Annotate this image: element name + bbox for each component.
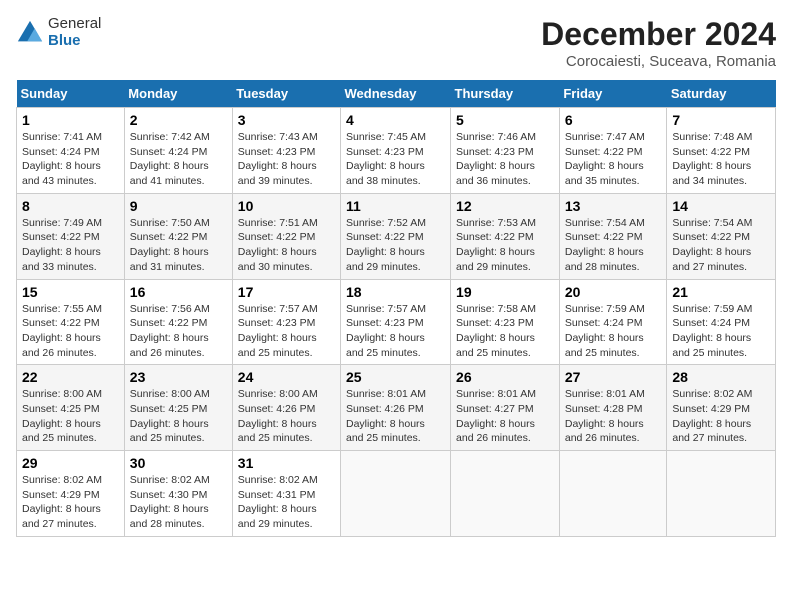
day-4: 4 Sunrise: 7:45 AMSunset: 4:23 PMDayligh…: [341, 108, 451, 194]
day-21: 21 Sunrise: 7:59 AMSunset: 4:24 PMDaylig…: [667, 279, 776, 365]
empty-cell-4: [667, 451, 776, 537]
empty-cell-1: [341, 451, 451, 537]
subtitle: Corocaiesti, Suceava, Romania: [541, 53, 776, 70]
day-9: 9 Sunrise: 7:50 AMSunset: 4:22 PMDayligh…: [124, 193, 232, 279]
header-thursday: Thursday: [451, 80, 560, 108]
day-29: 29 Sunrise: 8:02 AMSunset: 4:29 PMDaylig…: [17, 451, 125, 537]
empty-cell-3: [559, 451, 667, 537]
day-22: 22 Sunrise: 8:00 AMSunset: 4:25 PMDaylig…: [17, 365, 125, 451]
day-2: 2 Sunrise: 7:42 AMSunset: 4:24 PMDayligh…: [124, 108, 232, 194]
day-7: 7 Sunrise: 7:48 AMSunset: 4:22 PMDayligh…: [667, 108, 776, 194]
day-16: 16 Sunrise: 7:56 AMSunset: 4:22 PMDaylig…: [124, 279, 232, 365]
day-27: 27 Sunrise: 8:01 AMSunset: 4:28 PMDaylig…: [559, 365, 667, 451]
header-friday: Friday: [559, 80, 667, 108]
header-sunday: Sunday: [17, 80, 125, 108]
day-30: 30 Sunrise: 8:02 AMSunset: 4:30 PMDaylig…: [124, 451, 232, 537]
day-5: 5 Sunrise: 7:46 AMSunset: 4:23 PMDayligh…: [451, 108, 560, 194]
day-28: 28 Sunrise: 8:02 AMSunset: 4:29 PMDaylig…: [667, 365, 776, 451]
logo-text: General Blue: [48, 16, 101, 49]
day-10: 10 Sunrise: 7:51 AMSunset: 4:22 PMDaylig…: [232, 193, 340, 279]
day-6: 6 Sunrise: 7:47 AMSunset: 4:22 PMDayligh…: [559, 108, 667, 194]
day-26: 26 Sunrise: 8:01 AMSunset: 4:27 PMDaylig…: [451, 365, 560, 451]
week-row-3: 15 Sunrise: 7:55 AMSunset: 4:22 PMDaylig…: [17, 279, 776, 365]
header-tuesday: Tuesday: [232, 80, 340, 108]
header-monday: Monday: [124, 80, 232, 108]
calendar-body: 1 Sunrise: 7:41 AMSunset: 4:24 PMDayligh…: [17, 108, 776, 537]
header: General Blue December 2024 Corocaiesti, …: [16, 16, 776, 70]
day-19: 19 Sunrise: 7:58 AMSunset: 4:23 PMDaylig…: [451, 279, 560, 365]
day-25: 25 Sunrise: 8:01 AMSunset: 4:26 PMDaylig…: [341, 365, 451, 451]
header-saturday: Saturday: [667, 80, 776, 108]
day-14: 14 Sunrise: 7:54 AMSunset: 4:22 PMDaylig…: [667, 193, 776, 279]
logo-blue: Blue: [48, 33, 101, 50]
day-20: 20 Sunrise: 7:59 AMSunset: 4:24 PMDaylig…: [559, 279, 667, 365]
day-13: 13 Sunrise: 7:54 AMSunset: 4:22 PMDaylig…: [559, 193, 667, 279]
day-11: 11 Sunrise: 7:52 AMSunset: 4:22 PMDaylig…: [341, 193, 451, 279]
header-wednesday: Wednesday: [341, 80, 451, 108]
logo-icon: [16, 19, 44, 47]
day-8: 8 Sunrise: 7:49 AMSunset: 4:22 PMDayligh…: [17, 193, 125, 279]
empty-cell-2: [451, 451, 560, 537]
day-23: 23 Sunrise: 8:00 AMSunset: 4:25 PMDaylig…: [124, 365, 232, 451]
main-title: December 2024: [541, 16, 776, 53]
logo: General Blue: [16, 16, 101, 49]
title-area: December 2024 Corocaiesti, Suceava, Roma…: [541, 16, 776, 70]
day-3: 3 Sunrise: 7:43 AMSunset: 4:23 PMDayligh…: [232, 108, 340, 194]
day-17: 17 Sunrise: 7:57 AMSunset: 4:23 PMDaylig…: [232, 279, 340, 365]
week-row-1: 1 Sunrise: 7:41 AMSunset: 4:24 PMDayligh…: [17, 108, 776, 194]
day-15: 15 Sunrise: 7:55 AMSunset: 4:22 PMDaylig…: [17, 279, 125, 365]
day-24: 24 Sunrise: 8:00 AMSunset: 4:26 PMDaylig…: [232, 365, 340, 451]
day-12: 12 Sunrise: 7:53 AMSunset: 4:22 PMDaylig…: [451, 193, 560, 279]
day-1: 1 Sunrise: 7:41 AMSunset: 4:24 PMDayligh…: [17, 108, 125, 194]
day-18: 18 Sunrise: 7:57 AMSunset: 4:23 PMDaylig…: [341, 279, 451, 365]
day-31: 31 Sunrise: 8:02 AMSunset: 4:31 PMDaylig…: [232, 451, 340, 537]
calendar-header: Sunday Monday Tuesday Wednesday Thursday…: [17, 80, 776, 108]
week-row-2: 8 Sunrise: 7:49 AMSunset: 4:22 PMDayligh…: [17, 193, 776, 279]
week-row-5: 29 Sunrise: 8:02 AMSunset: 4:29 PMDaylig…: [17, 451, 776, 537]
calendar-table: Sunday Monday Tuesday Wednesday Thursday…: [16, 80, 776, 537]
header-row: Sunday Monday Tuesday Wednesday Thursday…: [17, 80, 776, 108]
week-row-4: 22 Sunrise: 8:00 AMSunset: 4:25 PMDaylig…: [17, 365, 776, 451]
logo-general: General: [48, 16, 101, 33]
